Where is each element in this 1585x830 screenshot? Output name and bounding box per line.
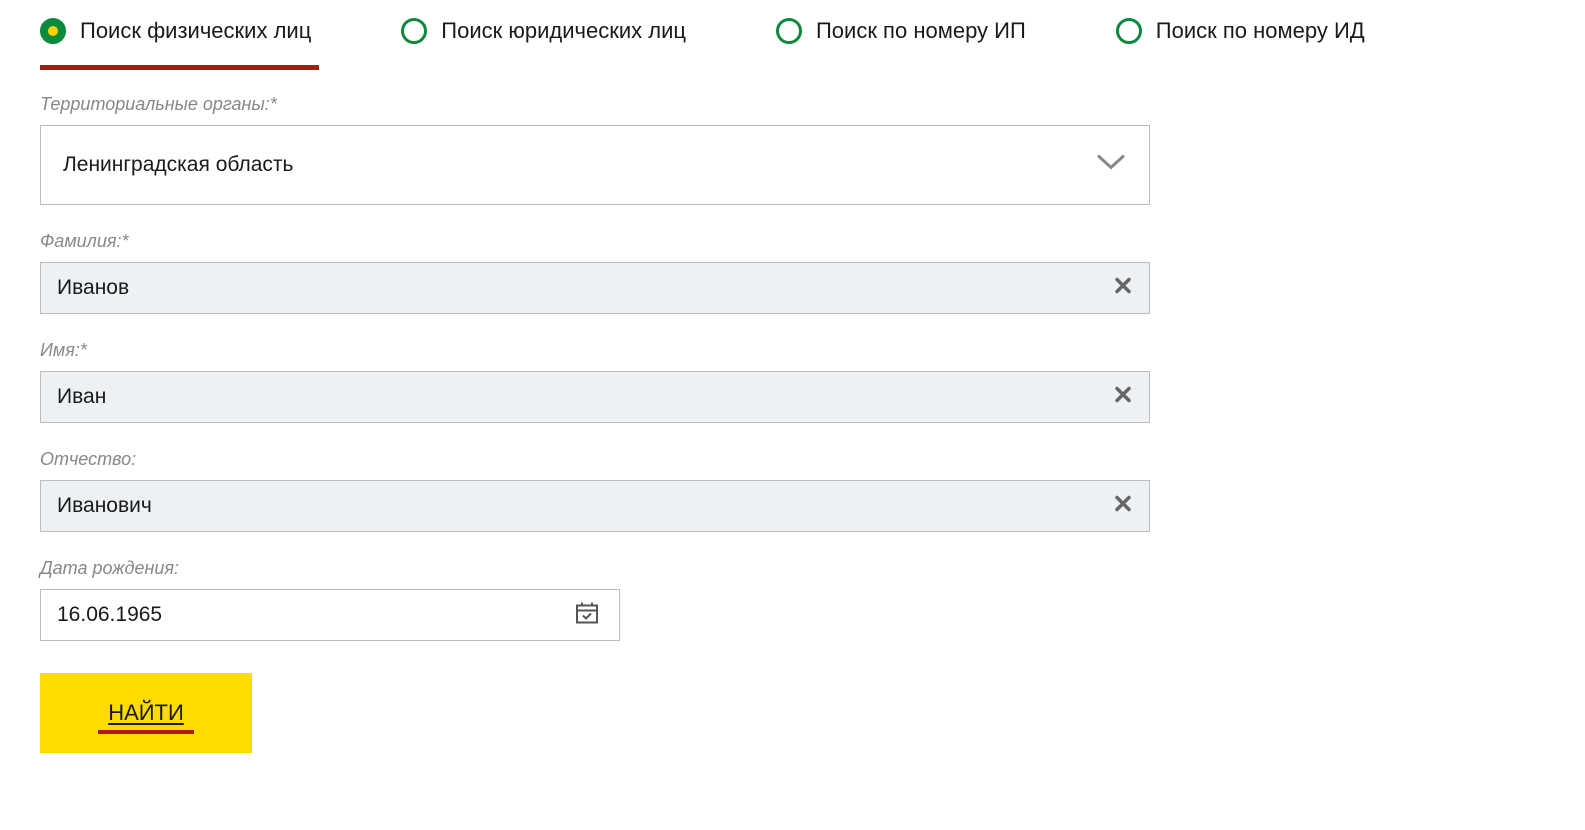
birthdate-input[interactable]	[57, 603, 559, 627]
radio-icon	[776, 18, 802, 44]
firstname-input[interactable]	[57, 385, 1089, 409]
tab-label: Поиск физических лиц	[80, 18, 311, 44]
patronymic-label: Отчество:	[40, 449, 1150, 470]
radio-icon	[401, 18, 427, 44]
birthdate-label: Дата рождения:	[40, 558, 1150, 579]
tab-physical-persons[interactable]: Поиск физических лиц	[40, 18, 311, 44]
search-button-label: НАЙТИ	[108, 700, 184, 726]
lastname-label: Фамилия:*	[40, 231, 1150, 252]
tab-id-number[interactable]: Поиск по номеру ИД	[1116, 18, 1365, 44]
search-button[interactable]: НАЙТИ	[40, 673, 252, 753]
search-type-tabs: Поиск физических лиц Поиск юридических л…	[40, 18, 1545, 44]
lastname-input-wrap	[40, 262, 1150, 314]
region-select[interactable]: Ленинградская область	[40, 125, 1150, 205]
birthdate-input-wrap	[40, 589, 620, 641]
field-region: Территориальные органы:* Ленинградская о…	[40, 94, 1150, 205]
search-button-underline	[98, 730, 194, 734]
chevron-down-icon	[1097, 155, 1125, 176]
firstname-input-wrap	[40, 371, 1150, 423]
search-form: Территориальные органы:* Ленинградская о…	[40, 94, 1150, 753]
region-label: Территориальные органы:*	[40, 94, 1150, 115]
clear-icon[interactable]	[1115, 496, 1131, 517]
field-patronymic: Отчество:	[40, 449, 1150, 532]
radio-selected-icon	[40, 18, 66, 44]
region-value: Ленинградская область	[63, 153, 293, 177]
tab-legal-entities[interactable]: Поиск юридических лиц	[401, 18, 686, 44]
patronymic-input-wrap	[40, 480, 1150, 532]
active-tab-underline	[40, 65, 319, 70]
field-lastname: Фамилия:*	[40, 231, 1150, 314]
field-firstname: Имя:*	[40, 340, 1150, 423]
clear-icon[interactable]	[1115, 387, 1131, 408]
tab-label: Поиск по номеру ИД	[1156, 18, 1365, 44]
clear-icon[interactable]	[1115, 278, 1131, 299]
calendar-icon[interactable]	[575, 601, 599, 630]
lastname-input[interactable]	[57, 276, 1089, 300]
field-birthdate: Дата рождения:	[40, 558, 1150, 641]
patronymic-input[interactable]	[57, 494, 1089, 518]
firstname-label: Имя:*	[40, 340, 1150, 361]
tab-label: Поиск юридических лиц	[441, 18, 686, 44]
tab-ip-number[interactable]: Поиск по номеру ИП	[776, 18, 1026, 44]
tab-label: Поиск по номеру ИП	[816, 18, 1026, 44]
radio-icon	[1116, 18, 1142, 44]
